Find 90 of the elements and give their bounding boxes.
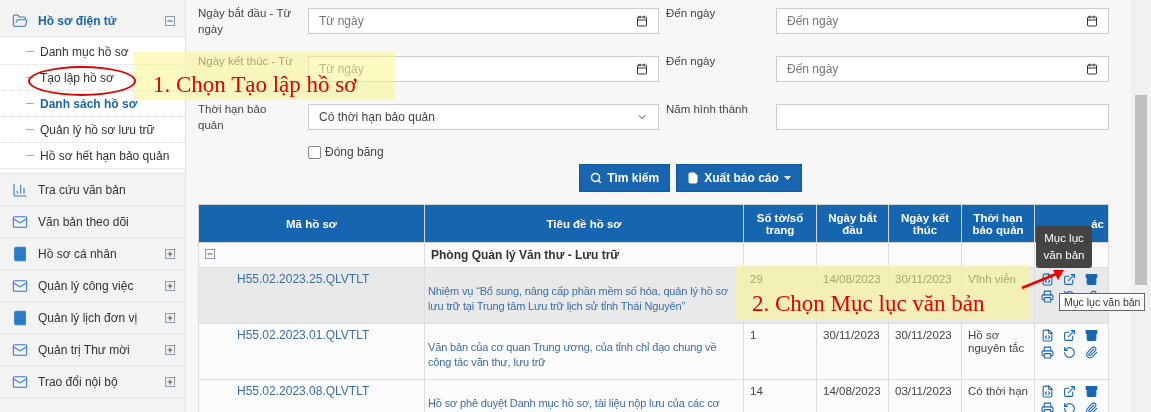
sidebar-item[interactable]: Trao đổi nội bộ [0, 366, 185, 398]
expand-icon[interactable] [165, 280, 175, 291]
external-link-icon[interactable] [1063, 385, 1076, 398]
date-field[interactable]: Đến ngày [776, 56, 1109, 82]
search-icon [590, 172, 603, 184]
export-button[interactable]: Xuất báo cáo [676, 164, 802, 192]
submenu-item[interactable]: Tạo lập hồ sơ [40, 70, 114, 85]
print-icon[interactable] [1041, 402, 1054, 412]
table-cell: Có thời hạn [968, 385, 1028, 398]
expand-icon[interactable] [165, 248, 175, 259]
field-label: Đến ngày [666, 54, 717, 69]
book-icon [12, 245, 28, 262]
paperclip-icon[interactable] [1085, 346, 1098, 359]
column-header: Ngày bắt đầu [816, 204, 889, 243]
calendar-icon[interactable] [1086, 15, 1098, 27]
file-code-icon[interactable] [1041, 385, 1054, 398]
submenu-item[interactable]: Hồ sơ hết hạn bảo quản [40, 148, 170, 163]
bar-chart-icon [12, 181, 28, 198]
table-cell-text: 29 [750, 273, 764, 286]
submenu-item[interactable]: Quản lý hồ sơ lưu trữ [40, 122, 155, 137]
book-icon [12, 309, 28, 326]
annotation-text: 2. Chọn Mục lục văn bản [752, 292, 985, 316]
archive-icon[interactable] [1085, 329, 1098, 342]
submenu-item[interactable]: Danh mục hồ sơ [40, 44, 129, 59]
expand-icon[interactable] [165, 344, 175, 355]
document-icon [687, 172, 700, 184]
envelope-icon [12, 373, 28, 390]
history-icon[interactable] [1063, 346, 1076, 359]
checkbox[interactable] [308, 145, 321, 159]
group-title: Phòng Quản lý Văn thư - Lưu trữ [431, 248, 620, 262]
envelope-icon [12, 341, 28, 358]
tooltip: Mục lục văn bản [1036, 226, 1092, 268]
table-cell-text: 14 [750, 385, 764, 398]
calendar-icon[interactable] [1086, 63, 1098, 75]
table-cell: 14/08/2023 [823, 273, 882, 286]
collapse-icon[interactable] [165, 15, 175, 26]
tooltip: Mục lục văn bản [1059, 293, 1146, 311]
field-label: Ngày bắt đầu - Từ ngày [198, 6, 293, 37]
field-label: Năm hình thành [666, 102, 749, 117]
envelope-icon [12, 213, 28, 230]
sidebar-item[interactable]: Văn bản theo dõi [0, 206, 185, 238]
scrollbar-thumb[interactable] [1135, 95, 1147, 285]
sidebar-item[interactable]: Quản trị Thư mời [0, 334, 185, 366]
calendar-icon[interactable] [636, 63, 648, 75]
archive-icon[interactable] [1085, 385, 1098, 398]
sidebar-item[interactable]: Quản lý công việc [0, 270, 185, 302]
search-button[interactable]: Tìm kiếm [579, 164, 671, 192]
archive-icon[interactable] [1085, 273, 1098, 286]
external-link-icon[interactable] [1063, 329, 1076, 342]
table-row[interactable]: H55.02.2023.08.QLVTLT Hồ sơ phê duyệt Danh mục hồ sơ, tài liệu nộp lưu của các cơ 14 14/08/2023 03/11/2023 Có thời hạn [198, 379, 1109, 412]
field-label: Ngày kết thúc - Từ [198, 54, 294, 69]
sidebar-item[interactable]: Quản lý lịch đơn vị [0, 302, 185, 334]
column-header: Mã hồ sơ [198, 204, 425, 243]
column-header: Thời hạn bảo quản [961, 204, 1035, 243]
expand-icon[interactable] [165, 376, 175, 387]
folder-icon [12, 12, 28, 29]
collapse-icon[interactable] [205, 249, 215, 259]
file-code-icon[interactable] [1041, 273, 1054, 286]
table-cell-text: 30/11/2023 [895, 273, 953, 286]
table-cell: 14/08/2023 [823, 385, 882, 398]
history-icon[interactable] [1063, 402, 1076, 412]
sidebar-item[interactable]: Hồ sơ cá nhân [0, 238, 185, 270]
table-cell-text: 30/11/2023 [895, 329, 953, 342]
submenu-item[interactable]: Danh sách hồ sơ [40, 96, 138, 111]
external-link-icon[interactable] [1063, 273, 1076, 286]
paperclip-icon[interactable] [1085, 402, 1098, 412]
column-header: Tiêu đề hồ sơ [424, 204, 744, 243]
text-field[interactable] [776, 104, 1109, 130]
field-label: Đến ngày [666, 6, 717, 21]
table-cell-text: 03/11/2023 [895, 385, 953, 398]
calendar-icon[interactable] [636, 15, 648, 27]
table-cell-text: Vĩnh viễn [968, 273, 1017, 286]
table-cell-text: Hồ sơ nguyên tắc [968, 329, 1026, 355]
envelope-icon [12, 277, 28, 294]
caret-icon [783, 176, 791, 180]
field-label: Thời hạn bảo quản [198, 102, 268, 133]
sidebar-item[interactable]: Tra cứu văn bản [0, 174, 185, 206]
column-header: Ngày kết thúc [888, 204, 962, 243]
date-field[interactable]: Từ ngày [308, 8, 659, 34]
dropdown-field[interactable]: Có thời hạn bảo quản [308, 104, 659, 130]
file-code-icon[interactable] [1041, 329, 1054, 342]
print-icon[interactable] [1041, 346, 1054, 359]
expand-icon[interactable] [165, 312, 175, 323]
date-field[interactable]: Đến ngày [776, 8, 1109, 34]
table-row[interactable]: H55.02.2023.01.QLVTLT Văn bản của cơ quan Trung ương, của tỉnh chỉ đạo chung về công tác văn thư, lưu trữ 1 30/11/2023 30/11/2023 Hồ sơ nguyên tắc [198, 323, 1109, 380]
table-cell-text: 30/11/2023 [823, 329, 881, 342]
table-cell-text: 1 [750, 329, 758, 342]
print-icon[interactable] [1041, 290, 1054, 303]
checkbox-label: Đóng băng [325, 145, 384, 159]
column-header: Số tờ/số trang [743, 204, 817, 243]
